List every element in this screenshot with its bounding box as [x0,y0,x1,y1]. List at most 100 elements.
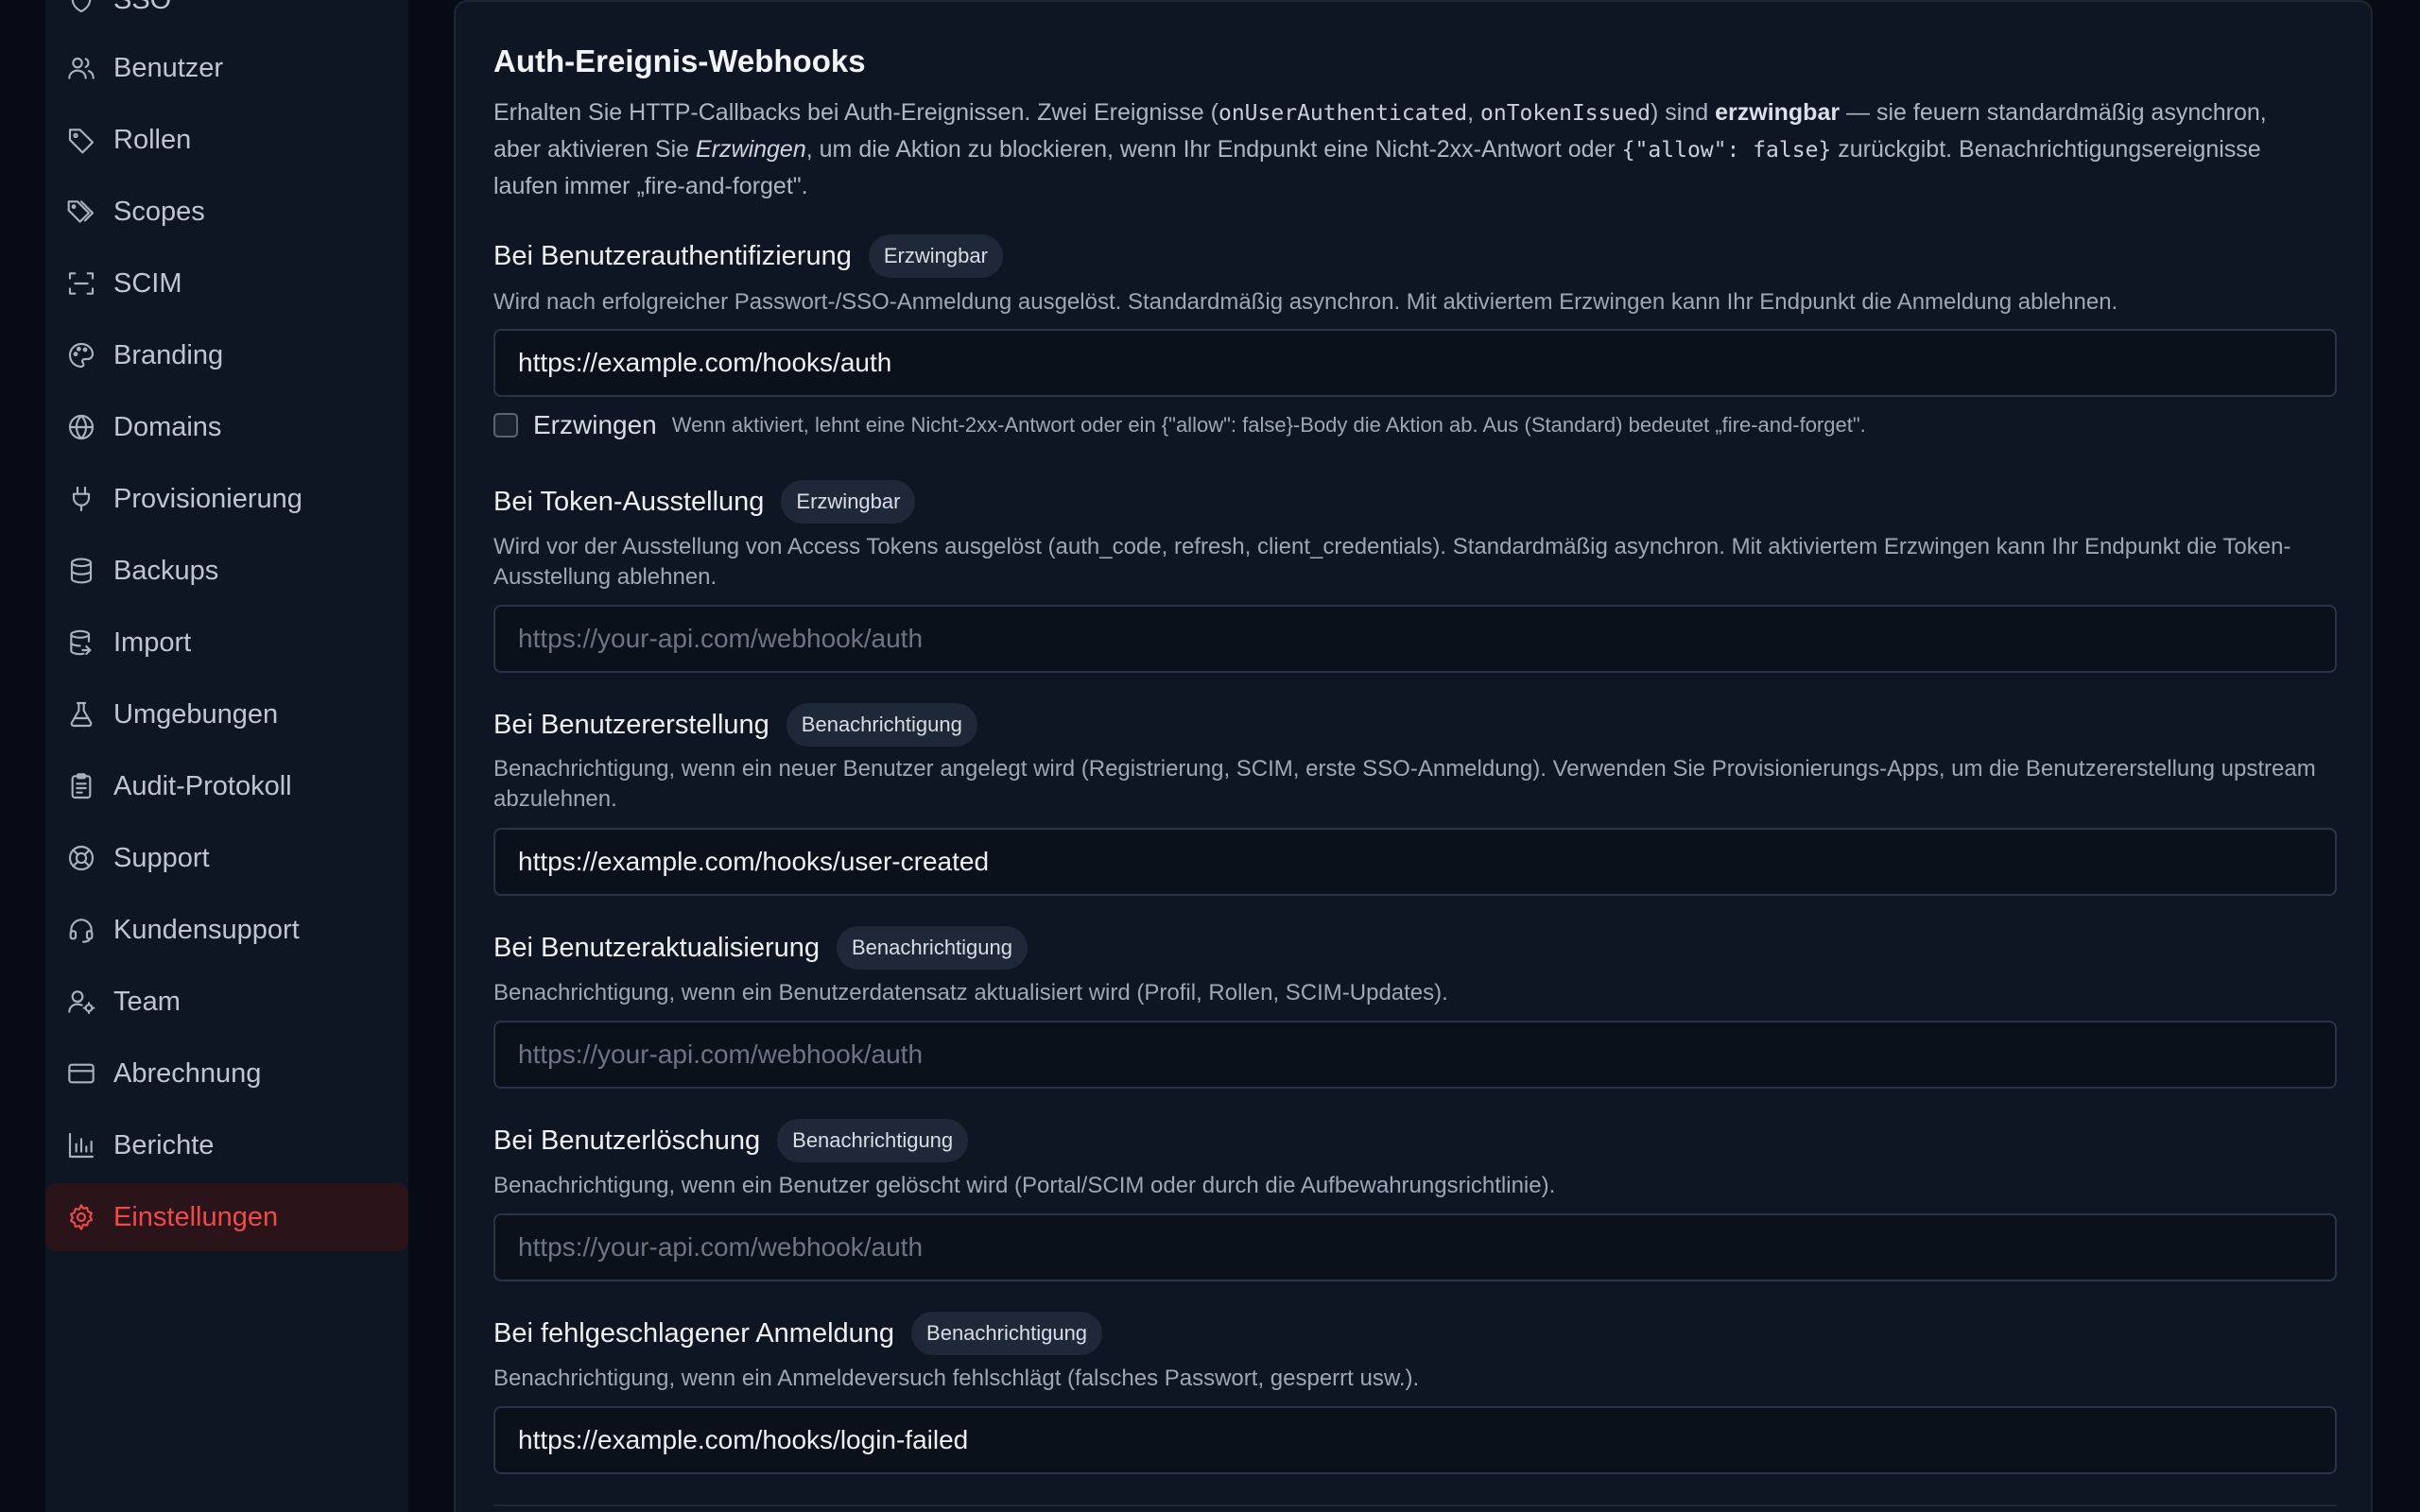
sidebar-item-label: Team [113,986,181,1017]
desc-bold: erzwingbar [1715,99,1841,126]
sidebar-item-label: Benutzer [113,52,224,83]
sidebar-item-label: Umgebungen [113,698,279,730]
globe-icon [66,412,96,442]
users-icon [66,53,96,83]
webhook-url-input-token-issued[interactable] [493,605,2337,673]
event-title-token-issued: Bei Token-Ausstellung Erzwingbar [493,480,916,524]
enforce-checkbox[interactable] [493,413,518,438]
event-title-login-failed: Bei fehlgeschlagener Anmeldung Benachric… [493,1312,1103,1355]
sidebar-item-kundensupport[interactable]: Kundensupport [45,896,408,964]
desc-code: {"allow": false} [1621,138,1832,163]
sidebar-item-team[interactable]: Team [45,968,408,1036]
event-title-label: Bei Benutzererstellung [493,709,769,740]
event-title-user-deleted: Bei Benutzerlöschung Benachrichtigung [493,1119,969,1162]
sidebar-item-support[interactable]: Support [45,824,408,892]
event-title-label: Bei Token-Ausstellung [493,486,765,517]
sidebar-item-label: SCIM [113,267,182,299]
sidebar-item-einstellungen[interactable]: Einstellungen [45,1183,408,1251]
webhook-url-input-user-updated[interactable] [493,1021,2337,1089]
webhooks-card: Auth-Ereignis-Webhooks Erhalten Sie HTTP… [454,0,2373,1512]
headset-icon [66,915,96,945]
database-icon [66,556,96,586]
enforce-row: Erzwingen Wenn aktiviert, lehnt eine Nic… [493,410,1866,440]
event-title-label: Bei Benutzerauthentifizierung [493,240,852,271]
sidebar-item-audit-protokoll[interactable]: Audit-Protokoll [45,752,408,820]
sidebar-item-backups[interactable]: Backups [45,537,408,605]
desc-text: Erhalten Sie HTTP-Callbacks bei Auth-Ere… [493,99,1219,126]
sidebar-item-label: Domains [113,411,222,442]
credit-card-icon [66,1058,96,1089]
sidebar-item-provisionierung[interactable]: Provisionierung [45,465,408,533]
desc-text: , [1467,99,1480,126]
tag-icon [66,125,96,155]
event-title-user-created: Bei Benutzererstellung Benachrichtigung [493,703,977,747]
sidebar: SSO Benutzer Rollen Scopes SCIM [45,0,408,1512]
event-description: Benachrichtigung, wenn ein Benutzer gelö… [493,1173,1556,1198]
webhook-url-input-user-authenticated[interactable] [493,329,2337,397]
user-gear-icon [66,987,96,1017]
webhook-url-input-login-failed[interactable] [493,1406,2337,1474]
event-title-user-updated: Bei Benutzeraktualisierung Benachrichtig… [493,926,1028,970]
clipboard-icon [66,771,96,801]
sidebar-item-label: Abrechnung [113,1057,262,1089]
desc-italic: Erzwingen [696,136,806,163]
notification-badge: Benachrichtigung [786,703,977,747]
plug-icon [66,484,96,514]
enforce-hint: Wenn aktiviert, lehnt eine Nicht-2xx-Ant… [671,413,1866,437]
notification-badge: Benachrichtigung [836,926,1028,970]
sidebar-item-label: Provisionierung [113,483,302,514]
event-description: Wird nach erfolgreicher Passwort-/SSO-An… [493,289,2118,315]
sidebar-item-abrechnung[interactable]: Abrechnung [45,1040,408,1108]
sidebar-item-label: Berichte [113,1129,215,1160]
desc-text: ) sind [1651,99,1716,126]
gear-icon [66,1202,96,1232]
tags-icon [66,197,96,227]
sidebar-item-scim[interactable]: SCIM [45,249,408,318]
lifebuoy-icon [66,843,96,873]
sidebar-item-import[interactable]: Import [45,609,408,677]
sidebar-item-domains[interactable]: Domains [45,393,408,461]
sidebar-item-label: Backups [113,555,219,586]
database-import-icon [66,627,96,658]
palette-icon [66,340,96,370]
sidebar-item-label: Kundensupport [113,914,300,945]
enforceable-badge: Erzwingbar [781,480,916,524]
event-title-label: Bei fehlgeschlagener Anmeldung [493,1317,895,1349]
scan-icon [66,268,96,299]
event-description: Benachrichtigung, wenn ein Anmeldeversuc… [493,1366,1420,1391]
sidebar-item-label: Einstellungen [113,1201,279,1232]
event-description: Benachrichtigung, wenn ein neuer Benutze… [493,756,2316,812]
shield-icon [66,0,96,15]
sidebar-item-label: Branding [113,339,224,370]
desc-text: , um die Aktion zu blockieren, wenn Ihr … [805,136,1622,163]
event-title-label: Bei Benutzerlöschung [493,1125,761,1156]
bar-chart-icon [66,1130,96,1160]
sidebar-item-berichte[interactable]: Berichte [45,1111,408,1179]
desc-code: onUserAuthenticated [1218,101,1468,126]
sidebar-item-benutzer[interactable]: Benutzer [45,34,408,102]
section-divider [493,1504,2337,1506]
enforceable-badge: Erzwingbar [868,234,1003,278]
notification-badge: Benachrichtigung [777,1119,969,1162]
sidebar-item-sso[interactable]: SSO [45,0,408,34]
notification-badge: Benachrichtigung [911,1312,1103,1355]
desc-code: onTokenIssued [1480,101,1651,126]
sidebar-item-label: Support [113,842,210,873]
sidebar-item-branding[interactable]: Branding [45,321,408,389]
sidebar-item-rollen[interactable]: Rollen [45,106,408,174]
app-root: SSO Benutzer Rollen Scopes SCIM [0,0,2420,1512]
flask-icon [66,699,96,730]
sidebar-item-label: SSO [113,0,171,16]
webhook-url-input-user-deleted[interactable] [493,1213,2337,1281]
sidebar-item-label: Audit-Protokoll [113,770,292,801]
event-title-label: Bei Benutzeraktualisierung [493,932,820,963]
sidebar-item-label: Import [113,627,192,658]
sidebar-item-scopes[interactable]: Scopes [45,178,408,246]
sidebar-item-label: Rollen [113,124,192,155]
sidebar-item-umgebungen[interactable]: Umgebungen [45,680,408,748]
event-title-user-authenticated: Bei Benutzerauthentifizierung Erzwingbar [493,234,1003,278]
card-description: Erhalten Sie HTTP-Callbacks bei Auth-Ere… [493,94,2308,204]
webhook-url-input-user-created[interactable] [493,828,2337,896]
enforce-label: Erzwingen [533,410,657,439]
card-title: Auth-Ereignis-Webhooks [493,43,866,78]
